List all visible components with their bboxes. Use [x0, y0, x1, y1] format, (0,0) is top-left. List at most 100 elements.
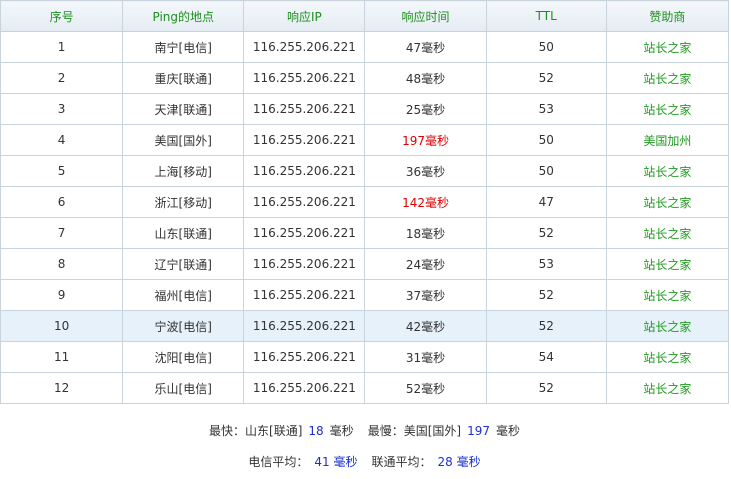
- cell-time: 36毫秒: [364, 155, 487, 187]
- cell-ttl: 53: [485, 93, 607, 125]
- cell-ttl: 50: [485, 31, 607, 63]
- cell-ip: 116.255.206.221: [243, 62, 366, 94]
- cell-no: 8: [0, 248, 124, 280]
- cell-sponsor[interactable]: 站长之家: [605, 31, 730, 63]
- table-row: 5 上海[移动] 116.255.206.221 36毫秒 50 站长之家: [0, 155, 730, 187]
- cell-time: 197毫秒: [364, 124, 487, 156]
- cell-ttl: 52: [485, 217, 607, 249]
- cell-location: 福州[电信]: [122, 279, 245, 311]
- cell-location: 沈阳[电信]: [122, 341, 245, 373]
- telecom-average-value: 41 毫秒: [314, 455, 358, 469]
- cell-location: 美国[国外]: [122, 124, 245, 156]
- table-row: 8 辽宁[联通] 116.255.206.221 24毫秒 53 站长之家: [0, 248, 730, 280]
- cell-sponsor[interactable]: 站长之家: [605, 248, 730, 280]
- cell-ip: 116.255.206.221: [243, 124, 366, 156]
- cell-no: 7: [0, 217, 124, 249]
- table-header-row: 序号 Ping的地点 响应IP 响应时间 TTL 赞助商: [0, 0, 730, 32]
- cell-time: 47毫秒: [364, 31, 487, 63]
- table-row: 6 浙江[移动] 116.255.206.221 142毫秒 47 站长之家: [0, 186, 730, 218]
- table-row: 2 重庆[联通] 116.255.206.221 48毫秒 52 站长之家: [0, 62, 730, 94]
- cell-no: 4: [0, 124, 124, 156]
- cell-location: 乐山[电信]: [122, 372, 245, 404]
- cell-ip: 116.255.206.221: [243, 310, 366, 342]
- cell-ttl: 47: [485, 186, 607, 218]
- cell-no: 1: [0, 31, 124, 63]
- cell-time: 37毫秒: [364, 279, 487, 311]
- cell-ttl: 52: [485, 279, 607, 311]
- cell-time: 24毫秒: [364, 248, 487, 280]
- table-row: 1 南宁[电信] 116.255.206.221 47毫秒 50 站长之家: [0, 31, 730, 63]
- table-row: 7 山东[联通] 116.255.206.221 18毫秒 52 站长之家: [0, 217, 730, 249]
- cell-no: 12: [0, 372, 124, 404]
- cell-ip: 116.255.206.221: [243, 372, 366, 404]
- fastest-label: 最快：山东[联通]: [209, 424, 303, 438]
- unicom-average-value: 28 毫秒: [437, 455, 481, 469]
- cell-time: 25毫秒: [364, 93, 487, 125]
- cell-no: 10: [0, 310, 124, 342]
- cell-sponsor[interactable]: 站长之家: [605, 93, 730, 125]
- cell-sponsor[interactable]: 站长之家: [605, 279, 730, 311]
- column-header-ttl: TTL: [485, 0, 607, 32]
- table-row: 9 福州[电信] 116.255.206.221 37毫秒 52 站长之家: [0, 279, 730, 311]
- cell-ttl: 50: [485, 155, 607, 187]
- cell-no: 5: [0, 155, 124, 187]
- cell-sponsor[interactable]: 美国加州: [605, 124, 730, 156]
- fastest-unit: 毫秒: [329, 424, 354, 438]
- cell-time: 31毫秒: [364, 341, 487, 373]
- cell-ttl: 50: [485, 124, 607, 156]
- summary-fastest-slowest: 最快：山东[联通] 18 毫秒 最慢：美国[国外] 197 毫秒: [0, 422, 729, 439]
- slowest-value: 197: [467, 424, 490, 438]
- cell-location: 天津[联通]: [122, 93, 245, 125]
- column-header-location: Ping的地点: [122, 0, 245, 32]
- cell-ip: 116.255.206.221: [243, 31, 366, 63]
- cell-ip: 116.255.206.221: [243, 279, 366, 311]
- cell-time: 48毫秒: [364, 62, 487, 94]
- table-body: 1 南宁[电信] 116.255.206.221 47毫秒 50 站长之家 2 重庆[联通] 1…: [0, 31, 730, 404]
- unicom-average-label: 联通平均：: [371, 455, 432, 469]
- cell-no: 11: [0, 341, 124, 373]
- column-header-no: 序号: [0, 0, 124, 32]
- cell-ip: 116.255.206.221: [243, 93, 366, 125]
- table-row: 4 美国[国外] 116.255.206.221 197毫秒 50 美国加州: [0, 124, 730, 156]
- table-row: 12 乐山[电信] 116.255.206.221 52毫秒 52 站长之家: [0, 372, 730, 404]
- table-row: 10 宁波[电信] 116.255.206.221 42毫秒 52 站长之家: [0, 310, 730, 342]
- ping-results-table: 序号 Ping的地点 响应IP 响应时间 TTL 赞助商 1 南宁[电信] 116.…: [0, 0, 730, 404]
- cell-sponsor[interactable]: 站长之家: [605, 372, 730, 404]
- cell-location: 重庆[联通]: [122, 62, 245, 94]
- cell-ip: 116.255.206.221: [243, 341, 366, 373]
- table-row: 11 沈阳[电信] 116.255.206.221 31毫秒 54 站长之家: [0, 341, 730, 373]
- cell-ip: 116.255.206.221: [243, 155, 366, 187]
- cell-time: 52毫秒: [364, 372, 487, 404]
- cell-location: 浙江[移动]: [122, 186, 245, 218]
- fastest-value: 18: [308, 424, 324, 438]
- cell-sponsor[interactable]: 站长之家: [605, 155, 730, 187]
- cell-sponsor[interactable]: 站长之家: [605, 217, 730, 249]
- slowest-unit: 毫秒: [495, 424, 520, 438]
- cell-time: 142毫秒: [364, 186, 487, 218]
- cell-ip: 116.255.206.221: [243, 186, 366, 218]
- summary-averages: 电信平均： 41 毫秒 联通平均： 28 毫秒: [0, 453, 729, 470]
- telecom-average-label: 电信平均：: [248, 455, 309, 469]
- cell-ttl: 52: [485, 62, 607, 94]
- column-header-sponsor: 赞助商: [605, 0, 730, 32]
- cell-no: 3: [0, 93, 124, 125]
- cell-sponsor[interactable]: 站长之家: [605, 310, 730, 342]
- cell-sponsor[interactable]: 站长之家: [605, 62, 730, 94]
- cell-time: 18毫秒: [364, 217, 487, 249]
- cell-no: 2: [0, 62, 124, 94]
- cell-location: 宁波[电信]: [122, 310, 245, 342]
- slowest-label: 最慢：美国[国外]: [367, 424, 462, 438]
- cell-ttl: 54: [485, 341, 607, 373]
- cell-sponsor[interactable]: 站长之家: [605, 186, 730, 218]
- cell-location: 上海[移动]: [122, 155, 245, 187]
- cell-ip: 116.255.206.221: [243, 217, 366, 249]
- cell-location: 南宁[电信]: [122, 31, 245, 63]
- cell-ttl: 52: [485, 372, 607, 404]
- cell-ttl: 52: [485, 310, 607, 342]
- cell-no: 6: [0, 186, 124, 218]
- cell-location: 辽宁[联通]: [122, 248, 245, 280]
- cell-ip: 116.255.206.221: [243, 248, 366, 280]
- cell-location: 山东[联通]: [122, 217, 245, 249]
- cell-no: 9: [0, 279, 124, 311]
- cell-sponsor[interactable]: 站长之家: [605, 341, 730, 373]
